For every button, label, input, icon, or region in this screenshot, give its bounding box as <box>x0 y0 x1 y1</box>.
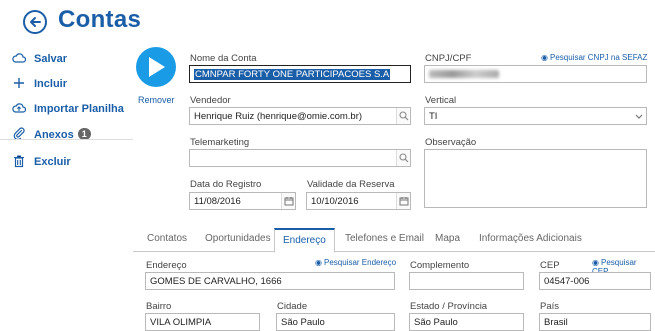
country-field[interactable]: Brasil <box>539 313 651 331</box>
search-icon <box>399 153 409 163</box>
globe-icon: ◉ <box>592 258 599 267</box>
tab-endereco[interactable]: Endereço <box>274 228 335 253</box>
page-title: Contas <box>58 6 142 33</box>
reservation-validity-value: 10/10/2016 <box>311 196 359 207</box>
save-label: Salvar <box>34 53 68 65</box>
address-field[interactable]: GOMES DE CARVALHO, 1666 <box>145 272 395 290</box>
globe-icon: ◉ <box>315 258 322 267</box>
import-sheet-label: Importar Planilha <box>34 103 124 115</box>
page-header: Contas <box>0 0 655 44</box>
state-field[interactable]: São Paulo <box>409 313 524 331</box>
tab-contatos[interactable]: Contatos <box>147 233 187 244</box>
neighborhood-field[interactable]: VILA OLIMPIA <box>145 313 260 331</box>
add-button[interactable]: Incluir <box>0 73 133 95</box>
vertical-select[interactable]: TI <box>424 107 647 125</box>
cnpj-redacted-value <box>429 70 499 79</box>
trash-icon <box>12 154 26 168</box>
registration-date-value: 11/08/2016 <box>194 196 241 207</box>
chevron-down-icon <box>632 108 646 124</box>
cnpj-field[interactable] <box>424 65 647 83</box>
paperclip-icon <box>12 126 26 141</box>
salesperson-label: Vendedor <box>190 95 231 106</box>
reservation-validity-field[interactable]: 10/10/2016 <box>306 192 411 210</box>
country-value: Brasil <box>544 317 568 328</box>
remove-avatar-link[interactable]: Remover <box>138 95 175 105</box>
vertical-value: TI <box>429 111 438 122</box>
address-value: GOMES DE CARVALHO, 1666 <box>150 276 282 287</box>
cnpj-label: CNPJ/CPF <box>425 53 472 64</box>
sidebar: Salvar Incluir Importar Planilha Anexos 1 <box>0 44 133 145</box>
tab-telefones-email[interactable]: Telefones e Email <box>345 233 424 244</box>
neighborhood-label: Bairro <box>146 301 172 312</box>
notes-textarea[interactable] <box>424 149 647 208</box>
tab-oportunidades[interactable]: Oportunidades <box>205 233 271 244</box>
country-label: País <box>540 301 560 312</box>
notes-label: Observação <box>425 137 477 148</box>
tab-informacoes-adicionais[interactable]: Informações Adicionais <box>479 233 582 244</box>
import-sheet-button[interactable]: Importar Planilha <box>0 98 133 120</box>
back-arrow-icon[interactable] <box>23 10 47 34</box>
cloud-upload-icon <box>12 101 27 115</box>
account-name-label: Nome da Conta <box>190 53 257 64</box>
calendar-icon[interactable] <box>281 193 295 209</box>
telemarketing-search-button[interactable] <box>396 150 410 166</box>
delete-label: Excluir <box>34 156 71 168</box>
plus-icon <box>12 76 26 90</box>
cloud-icon <box>12 51 27 65</box>
save-button[interactable]: Salvar <box>0 48 133 70</box>
state-value: São Paulo <box>414 317 458 328</box>
city-value: São Paulo <box>281 317 325 328</box>
account-name-field[interactable]: CMNPAR FORTY ONE PARTICIPACOES S.A <box>189 65 411 83</box>
complement-label: Complemento <box>410 260 470 271</box>
cep-label: CEP <box>540 260 560 271</box>
complement-field[interactable] <box>409 272 524 290</box>
calendar-icon[interactable] <box>396 193 410 209</box>
city-field[interactable]: São Paulo <box>276 313 395 331</box>
cep-value: 04547-006 <box>544 276 590 287</box>
search-cnpj-link[interactable]: ◉ Pesquisar CNPJ na SEFAZ <box>541 53 647 62</box>
salesperson-value: Henrique Ruiz (henrique@omie.com.br) <box>194 111 363 122</box>
telemarketing-field[interactable] <box>189 149 411 167</box>
neighborhood-value: VILA OLIMPIA <box>150 317 212 328</box>
account-name-value: CMNPAR FORTY ONE PARTICIPACOES S.A <box>194 69 391 80</box>
city-label: Cidade <box>277 301 308 312</box>
delete-button[interactable]: Excluir <box>0 151 133 173</box>
tab-mapa[interactable]: Mapa <box>435 233 460 244</box>
avatar <box>136 47 176 87</box>
attachments-button[interactable]: Anexos 1 <box>0 123 133 145</box>
sidebar-divider <box>0 139 133 140</box>
registration-date-label: Data do Registro <box>190 179 262 190</box>
salesperson-search-button[interactable] <box>396 108 410 124</box>
salesperson-field[interactable]: Henrique Ruiz (henrique@omie.com.br) <box>189 107 411 125</box>
cep-field[interactable]: 04547-006 <box>539 272 651 290</box>
detail-tabs: Contatos Oportunidades Endereço Telefone… <box>133 226 655 253</box>
vertical-label: Vertical <box>425 95 457 106</box>
globe-icon: ◉ <box>541 53 548 62</box>
registration-date-field[interactable]: 11/08/2016 <box>189 192 296 210</box>
state-label: Estado / Província <box>410 301 488 312</box>
search-address-link[interactable]: ◉ Pesquisar Endereço <box>315 258 396 267</box>
telemarketing-label: Telemarketing <box>190 137 250 148</box>
add-label: Incluir <box>34 78 68 90</box>
reservation-validity-label: Validade da Reserva <box>307 179 395 190</box>
address-label: Endereço <box>146 260 187 271</box>
search-icon <box>399 111 409 121</box>
